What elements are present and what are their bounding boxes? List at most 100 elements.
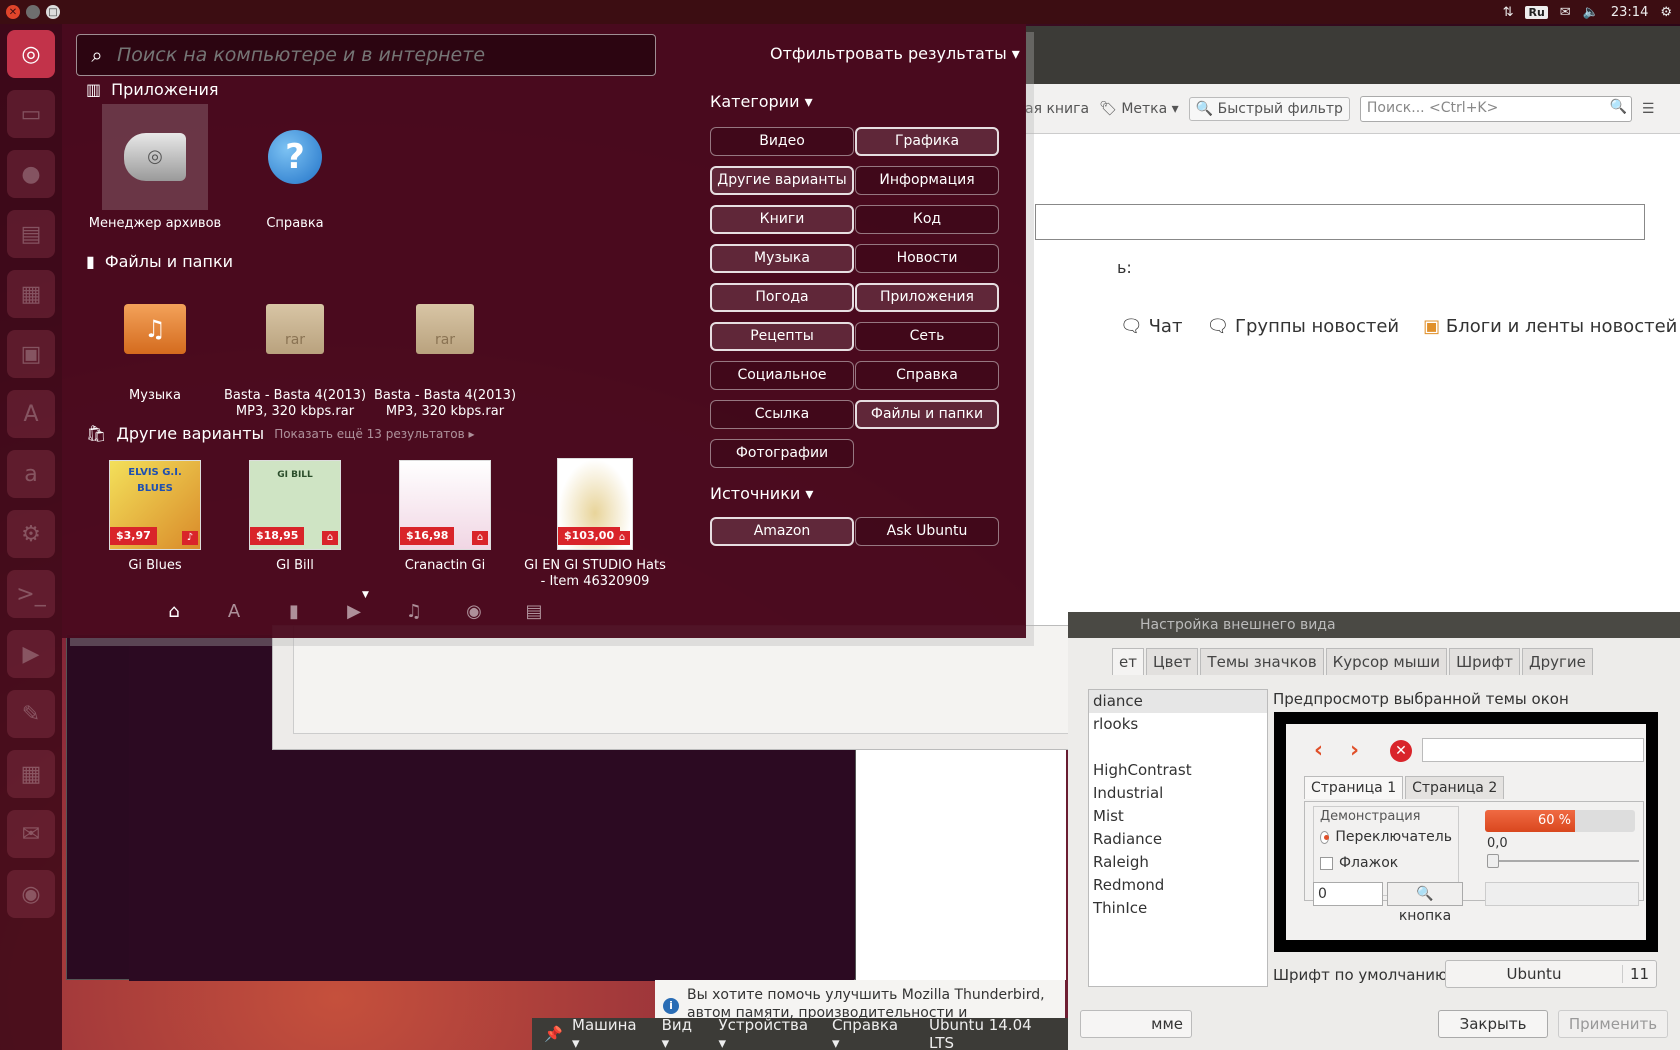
category-button[interactable]: Социальное — [710, 361, 854, 390]
network-icon[interactable]: ⇅ — [1503, 5, 1514, 20]
calendar-launcher-icon[interactable]: ▦ — [7, 750, 55, 798]
video-lens-icon[interactable]: ▶ — [342, 600, 366, 624]
impress-launcher-icon[interactable]: ▣ — [7, 330, 55, 378]
category-button[interactable]: Фотографии — [710, 439, 854, 468]
pin-icon[interactable]: 📌 — [544, 1025, 563, 1043]
tab-color[interactable]: Цвет — [1145, 648, 1199, 675]
keyboard-layout-indicator[interactable]: Ru — [1525, 5, 1548, 19]
dash-search-box[interactable]: ⌕ — [76, 34, 656, 76]
writer-launcher-icon[interactable]: ▤ — [7, 210, 55, 258]
files-launcher-icon[interactable]: ▭ — [7, 90, 55, 138]
maximize-window-icon[interactable]: □ — [46, 5, 60, 19]
category-button[interactable]: Графика — [855, 127, 999, 156]
theme-item[interactable] — [1089, 736, 1267, 759]
vm-menu-help[interactable]: Справка ▾ — [832, 1016, 907, 1050]
newsgroups-link[interactable]: 🗨 Группы новостей — [1206, 316, 1399, 337]
result-product[interactable]: GI BILL $18,95 ⌂ GI Bill — [220, 460, 370, 574]
theme-item[interactable]: rlooks — [1089, 713, 1267, 736]
result-rar-file[interactable]: rar Basta - Basta 4(2013) MP3, 320 kbps.… — [220, 276, 370, 420]
close-button[interactable]: Закрыть — [1438, 1010, 1548, 1038]
category-button[interactable]: Музыка — [710, 244, 854, 273]
result-product[interactable]: $16,98 ⌂ Cranactin Gi — [370, 460, 520, 574]
music-lens-icon[interactable]: ♫ — [402, 600, 426, 624]
result-product[interactable]: ELVIS G.I. BLUES $3,97 ♪ Gi Blues — [80, 460, 230, 574]
result-rar-file[interactable]: rar Basta - Basta 4(2013) MP3, 320 kbps.… — [370, 276, 520, 420]
clock[interactable]: 23:14 — [1611, 5, 1648, 20]
tab-cursor[interactable]: Курсор мыши — [1325, 648, 1448, 675]
category-button[interactable]: Сеть — [855, 322, 999, 351]
category-button[interactable]: Информация — [855, 166, 999, 195]
category-button[interactable]: Рецепты — [710, 322, 854, 351]
result-archive-manager[interactable]: ◎ Менеджер архивов — [80, 104, 230, 232]
feeds-link[interactable]: ▣ Блоги и ленты новостей — [1423, 316, 1677, 337]
category-button[interactable]: Другие варианты — [710, 166, 854, 195]
minimize-window-icon[interactable] — [26, 5, 40, 19]
search-input[interactable] — [117, 44, 637, 66]
tag-button[interactable]: 🏷 Метка ▾ — [1099, 101, 1179, 117]
files-lens-icon[interactable]: ▮ — [282, 600, 306, 624]
thunderbird-launcher-icon[interactable]: ✉ — [7, 810, 55, 858]
theme-item[interactable]: Industrial — [1089, 782, 1267, 805]
rar-archive-icon: rar — [242, 276, 348, 382]
theme-item[interactable]: Mist — [1089, 805, 1267, 828]
vm-menu-machine[interactable]: Машина ▾ — [572, 1016, 646, 1050]
theme-item[interactable]: diance — [1089, 690, 1267, 713]
theme-item[interactable]: Radiance — [1089, 828, 1267, 851]
home-lens-icon[interactable]: ⌂ — [162, 600, 186, 624]
chat-link[interactable]: 🗨 Чат — [1120, 316, 1182, 337]
result-help[interactable]: ? Справка — [220, 104, 370, 232]
mail-icon[interactable]: ✉ — [1560, 5, 1571, 20]
address-book-button-partial[interactable]: ая книга — [1025, 101, 1089, 117]
settings-launcher-icon[interactable]: ⚙ — [7, 510, 55, 558]
apply-button[interactable]: Применить — [1558, 1010, 1668, 1038]
theme-item[interactable]: ThinIce — [1089, 897, 1267, 920]
ubuntu-logo-icon[interactable]: ◎ — [7, 30, 55, 78]
filter-results-button[interactable]: Отфильтровать результаты ▾ — [770, 44, 1020, 63]
category-button[interactable]: Погода — [710, 283, 854, 312]
volume-icon[interactable]: 🔈 — [1583, 5, 1599, 20]
theme-item[interactable]: HighContrast — [1089, 759, 1267, 782]
software-center-launcher-icon[interactable]: A — [7, 390, 55, 438]
category-button[interactable]: Книги — [710, 205, 854, 234]
terminal-launcher-icon[interactable]: >_ — [7, 570, 55, 618]
social-lens-icon[interactable]: ▤ — [522, 600, 546, 624]
category-button[interactable]: Приложения — [855, 283, 999, 312]
tab-icon-themes[interactable]: Темы значков — [1200, 648, 1324, 675]
quick-filter-button[interactable]: 🔍 Быстрый фильтр — [1188, 96, 1350, 121]
theme-item[interactable]: Redmond — [1089, 874, 1267, 897]
webcam-launcher-icon[interactable]: ◉ — [7, 870, 55, 918]
editor-launcher-icon[interactable]: ✎ — [7, 690, 55, 738]
category-button[interactable]: Файлы и папки — [855, 400, 999, 429]
category-button[interactable]: Код — [855, 205, 999, 234]
source-amazon-button[interactable]: Amazon — [710, 517, 854, 546]
tab-theme[interactable]: ет — [1112, 648, 1144, 675]
firefox-launcher-icon[interactable]: ● — [7, 150, 55, 198]
tab-font[interactable]: Шрифт — [1449, 648, 1520, 675]
apps-lens-icon[interactable]: A — [222, 600, 246, 624]
calc-launcher-icon[interactable]: ▦ — [7, 270, 55, 318]
vm-menu-devices[interactable]: Устройства ▾ — [719, 1016, 817, 1050]
amazon-launcher-icon[interactable]: a — [7, 450, 55, 498]
tab-other[interactable]: Другие — [1521, 648, 1593, 675]
close-window-icon[interactable]: ✕ — [6, 5, 20, 19]
vm-menu-view[interactable]: Вид ▾ — [662, 1016, 703, 1050]
gear-icon[interactable]: ⚙ — [1660, 5, 1672, 20]
thunderbird-search-input[interactable]: Поиск... <Ctrl+K> 🔍 — [1359, 95, 1632, 122]
sources-header[interactable]: Источники ▾ — [710, 484, 813, 503]
categories-header[interactable]: Категории ▾ — [710, 92, 813, 111]
result-music-folder[interactable]: ♫ Музыка — [80, 276, 230, 404]
thunderbird-input-field[interactable] — [1035, 204, 1645, 240]
category-button[interactable]: Ссылка — [710, 400, 854, 429]
font-chooser-button[interactable]: Ubuntu 11 — [1445, 960, 1657, 988]
video-launcher-icon[interactable]: ▶ — [7, 630, 55, 678]
menu-icon[interactable]: ☰ — [1642, 101, 1655, 117]
show-more-link[interactable]: Показать ещё 13 результатов ▸ — [274, 427, 474, 441]
theme-item[interactable]: Raleigh — [1089, 851, 1267, 874]
category-button[interactable]: Новости — [855, 244, 999, 273]
category-button[interactable]: Видео — [710, 127, 854, 156]
result-product[interactable]: $103,00 ⌂ GI EN GI STUDIO Hats - Item 46… — [520, 458, 670, 590]
source-ask-ubuntu-button[interactable]: Ask Ubuntu — [855, 517, 999, 546]
category-button[interactable]: Справка — [855, 361, 999, 390]
photo-lens-icon[interactable]: ◉ — [462, 600, 486, 624]
left-action-button[interactable]: мме — [1080, 1010, 1192, 1038]
